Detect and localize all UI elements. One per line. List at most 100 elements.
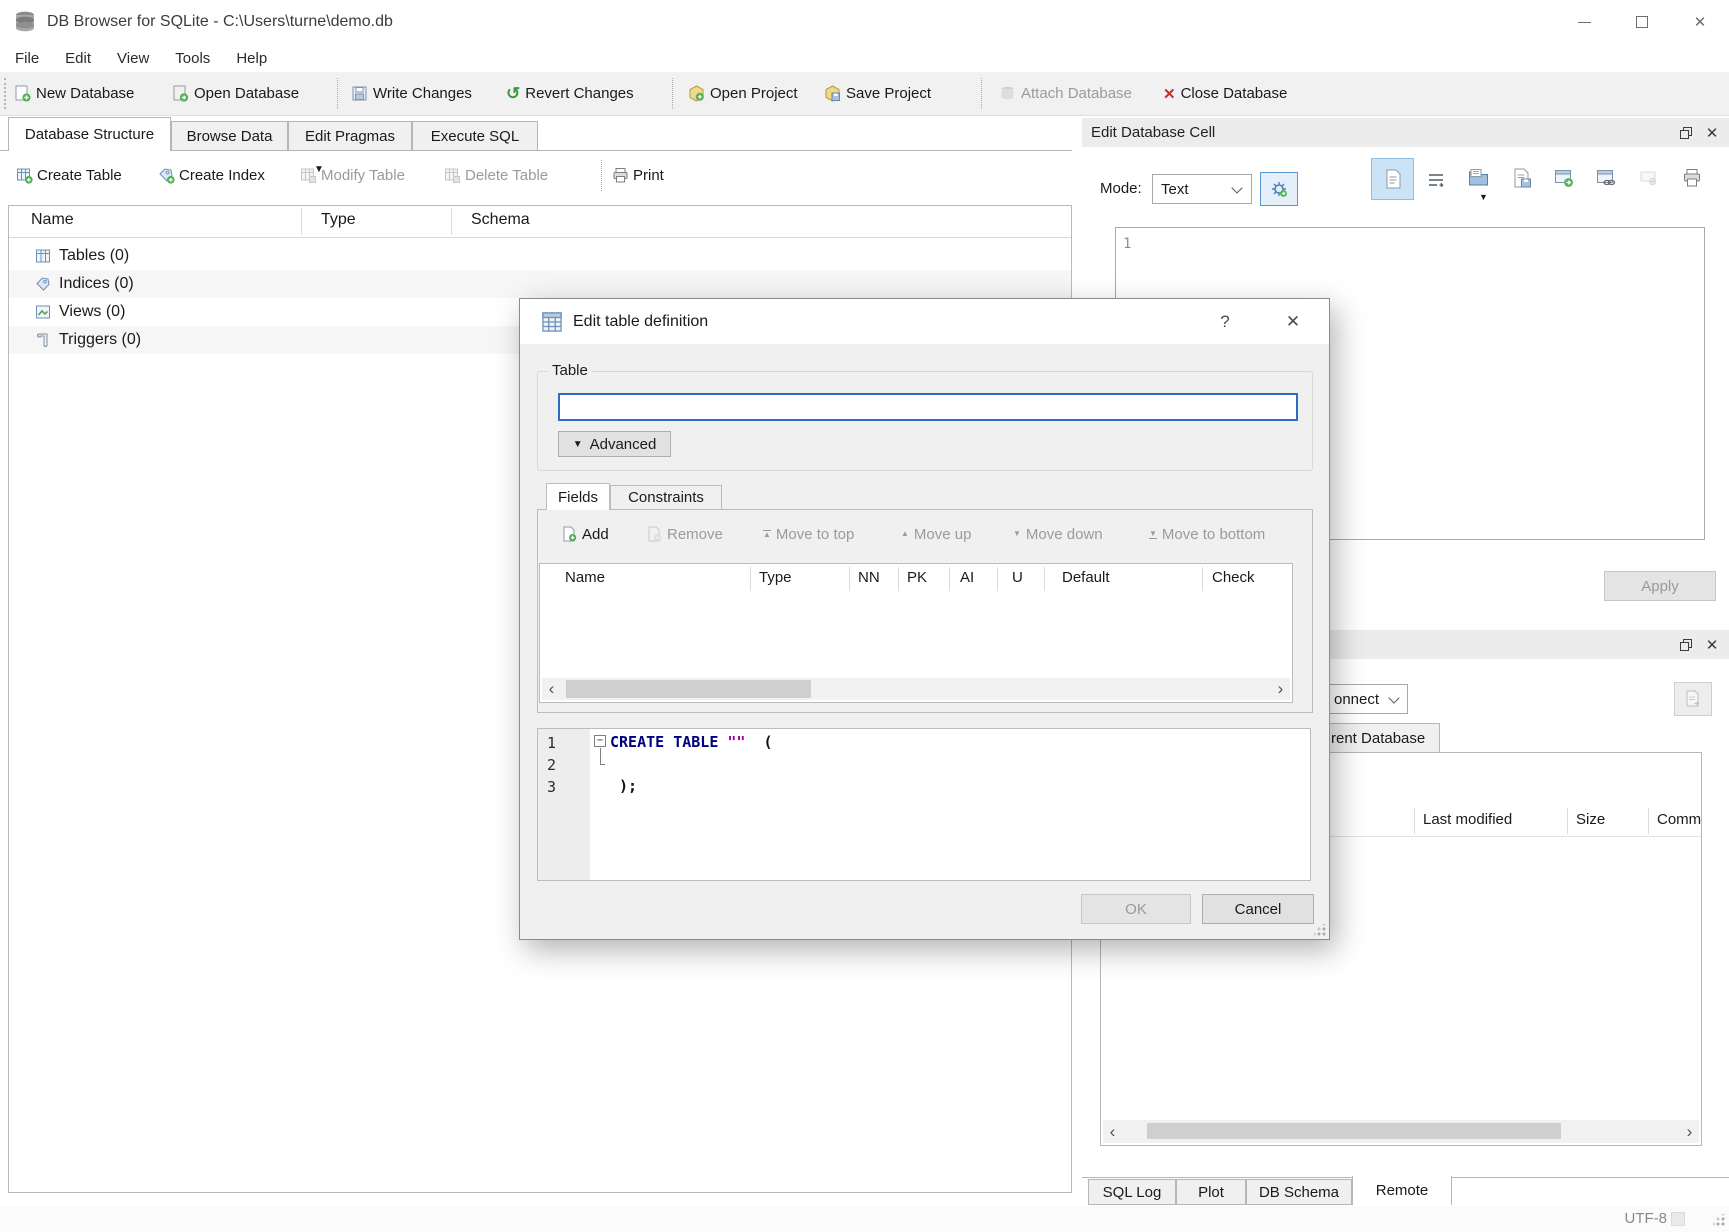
add-field-button[interactable]: Add: [561, 521, 609, 547]
column-separator[interactable]: [1044, 567, 1045, 591]
panel-float-button[interactable]: [1673, 121, 1699, 145]
menu-help[interactable]: Help: [223, 50, 280, 67]
auto-apply-button[interactable]: [1260, 172, 1298, 206]
column-separator[interactable]: [997, 567, 998, 591]
remote-column-last-modified[interactable]: Last modified: [1423, 811, 1512, 828]
remote-column-size[interactable]: Size: [1576, 811, 1605, 828]
advanced-button[interactable]: ▼ Advanced: [558, 431, 671, 457]
create-index-button[interactable]: Create Index: [158, 155, 265, 195]
set-null-button[interactable]: [1633, 162, 1665, 194]
move-to-bottom-button[interactable]: ▼ Move to bottom: [1149, 521, 1265, 547]
dialog-close-button[interactable]: ✕: [1271, 299, 1315, 344]
open-in-external-button[interactable]: [1548, 162, 1580, 194]
panel-close-button[interactable]: ✕: [1699, 121, 1725, 145]
table-name-input[interactable]: [560, 395, 1296, 419]
attach-database-button[interactable]: Attach Database: [999, 72, 1132, 115]
column-separator[interactable]: [898, 567, 899, 591]
scroll-right-icon[interactable]: ›: [1271, 678, 1290, 700]
open-project-button[interactable]: Open Project: [688, 72, 798, 115]
tab-edit-pragmas[interactable]: Edit Pragmas: [288, 121, 412, 151]
remote-column-separator[interactable]: [1414, 808, 1415, 834]
close-button[interactable]: ✕: [1671, 0, 1729, 44]
tree-column-type[interactable]: Type: [321, 211, 356, 229]
tab-plot[interactable]: Plot: [1176, 1179, 1246, 1205]
remove-field-button[interactable]: Remove: [646, 521, 723, 547]
column-separator[interactable]: [750, 567, 751, 591]
copy-link-button[interactable]: [1590, 162, 1622, 194]
column-pk[interactable]: PK: [907, 569, 927, 586]
tree-column-name[interactable]: Name: [31, 211, 74, 229]
fold-marker-icon[interactable]: −: [594, 735, 606, 747]
maximize-button[interactable]: [1613, 0, 1671, 44]
column-separator[interactable]: [1202, 567, 1203, 591]
panel-close-button[interactable]: ✕: [1699, 633, 1725, 657]
close-database-button[interactable]: ✕ Close Database: [1163, 72, 1287, 115]
write-changes-button[interactable]: Write Changes: [351, 72, 472, 115]
scroll-right-icon[interactable]: ›: [1680, 1120, 1699, 1143]
window-resize-grip[interactable]: [1713, 1214, 1725, 1226]
import-dropdown-icon[interactable]: ▼: [1479, 192, 1488, 202]
scroll-left-icon[interactable]: ‹: [542, 678, 561, 700]
tab-database-structure[interactable]: Database Structure: [8, 117, 171, 151]
word-wrap-button[interactable]: [1422, 166, 1450, 194]
import-from-file-button[interactable]: [1463, 162, 1495, 194]
remote-column-commit[interactable]: Comm: [1657, 811, 1701, 828]
tab-constraints[interactable]: Constraints: [610, 485, 722, 510]
print-button[interactable]: Print: [612, 155, 664, 195]
print-cell-button[interactable]: [1676, 162, 1708, 194]
mode-combobox[interactable]: Text: [1152, 174, 1252, 204]
cancel-button[interactable]: Cancel: [1202, 894, 1314, 924]
tree-item-tables[interactable]: Tables (0): [9, 242, 1071, 270]
scrollbar-thumb[interactable]: [1147, 1123, 1561, 1139]
tree-column-schema[interactable]: Schema: [471, 211, 530, 229]
tab-remote[interactable]: Remote: [1352, 1176, 1452, 1205]
fields-table[interactable]: Name Type NN PK AI U Default Check ‹ ›: [539, 563, 1293, 703]
remote-hscrollbar[interactable]: ‹ ›: [1103, 1120, 1699, 1143]
remote-column-separator[interactable]: [1567, 808, 1568, 834]
tab-db-schema[interactable]: DB Schema: [1246, 1179, 1352, 1205]
dialog-help-button[interactable]: ?: [1203, 299, 1247, 344]
column-type[interactable]: Type: [759, 569, 792, 586]
column-default[interactable]: Default: [1062, 569, 1110, 586]
scrollbar-thumb[interactable]: [566, 680, 811, 698]
menu-tools[interactable]: Tools: [162, 50, 223, 67]
ok-button[interactable]: OK: [1081, 894, 1191, 924]
text-mode-button[interactable]: [1371, 158, 1414, 200]
menu-file[interactable]: File: [2, 50, 52, 67]
create-table-button[interactable]: Create Table: [16, 155, 122, 195]
open-database-button[interactable]: Open Database: [172, 72, 299, 115]
column-ai[interactable]: AI: [960, 569, 974, 586]
dialog-title-bar[interactable]: Edit table definition ? ✕: [520, 299, 1329, 344]
delete-table-button[interactable]: Delete Table: [444, 155, 548, 195]
remote-push-button[interactable]: [1674, 682, 1712, 716]
save-project-button[interactable]: Save Project: [824, 72, 931, 115]
tab-fields[interactable]: Fields: [546, 483, 610, 510]
apply-button[interactable]: Apply: [1604, 571, 1716, 601]
scroll-left-icon[interactable]: ‹: [1103, 1120, 1122, 1143]
column-separator[interactable]: [949, 567, 950, 591]
column-separator[interactable]: [849, 567, 850, 591]
panel-float-button[interactable]: [1673, 633, 1699, 657]
dialog-resize-grip[interactable]: [1314, 924, 1326, 936]
column-u[interactable]: U: [1012, 569, 1023, 586]
tree-item-indices[interactable]: Indices (0): [9, 270, 1071, 298]
tree-column-separator[interactable]: [451, 208, 452, 235]
revert-changes-button[interactable]: ↺ Revert Changes: [506, 72, 634, 115]
column-nn[interactable]: NN: [858, 569, 880, 586]
column-check[interactable]: Check: [1212, 569, 1255, 586]
modify-table-button[interactable]: Modify Table: [300, 155, 405, 195]
menu-view[interactable]: View: [104, 50, 162, 67]
remote-column-separator[interactable]: [1648, 808, 1649, 834]
fields-hscrollbar[interactable]: ‹ ›: [542, 678, 1290, 700]
menu-edit[interactable]: Edit: [52, 50, 104, 67]
export-to-file-button[interactable]: [1506, 162, 1538, 194]
tab-execute-sql[interactable]: Execute SQL: [412, 121, 538, 151]
move-up-button[interactable]: ▲ Move up: [901, 521, 971, 547]
column-name[interactable]: Name: [565, 569, 605, 586]
move-down-button[interactable]: ▼ Move down: [1013, 521, 1103, 547]
minimize-button[interactable]: [1555, 0, 1613, 44]
sql-preview[interactable]: 1 2 3 − CREATE TABLE "" ( );: [537, 728, 1311, 881]
tab-sql-log[interactable]: SQL Log: [1088, 1179, 1176, 1205]
new-database-button[interactable]: New Database: [14, 72, 134, 115]
move-to-top-button[interactable]: ▲ Move to top: [763, 521, 854, 547]
